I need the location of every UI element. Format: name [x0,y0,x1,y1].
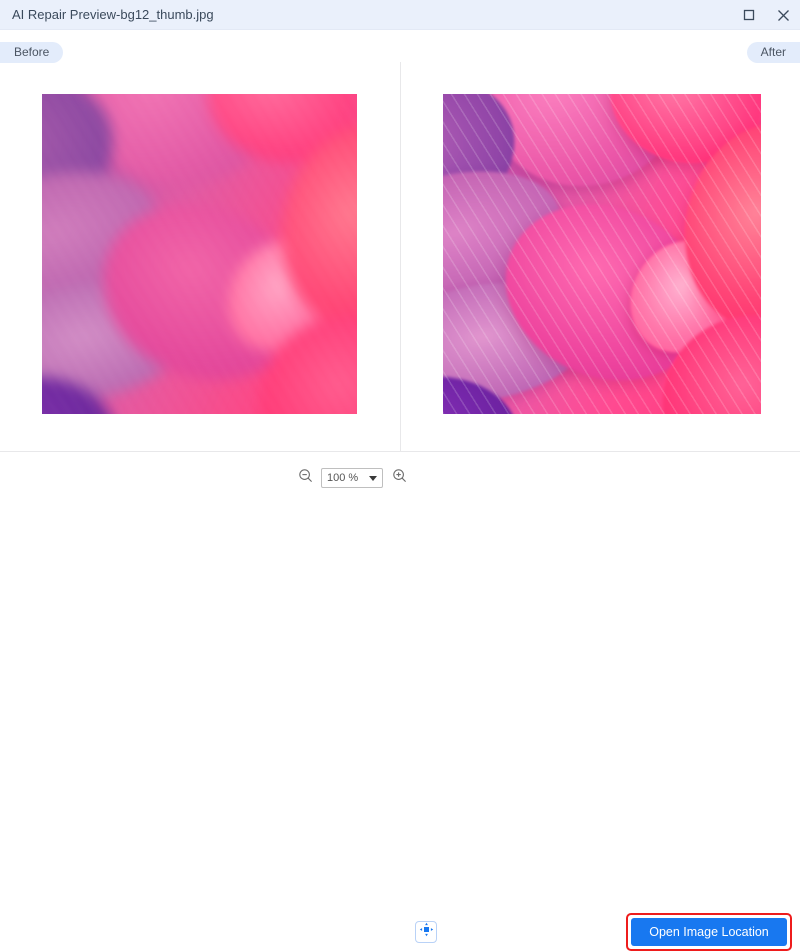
open-image-location-highlight: Open Image Location [626,913,792,951]
before-image[interactable] [42,94,357,414]
zoom-out-button[interactable] [296,469,314,487]
before-badge: Before [0,42,64,63]
photo-vein-texture [443,94,761,414]
zoom-in-button[interactable] [390,469,408,487]
photo-vein-texture [42,94,357,414]
bottom-toolbar: 100 % Open Image Location [0,452,800,951]
maximize-button[interactable] [732,0,766,30]
open-image-location-button[interactable]: Open Image Location [631,918,787,946]
zoom-level-select[interactable]: 100 % [321,468,383,488]
fit-to-screen-icon [419,922,434,942]
chevron-down-icon [369,475,377,481]
maximize-square-icon [743,9,755,21]
window-controls [732,0,800,30]
before-pane: Before [0,30,400,451]
magnifier-plus-icon [392,468,407,488]
fit-to-screen-button[interactable] [415,921,437,943]
window-title: AI Repair Preview-bg12_thumb.jpg [12,7,214,22]
close-x-icon [777,9,790,22]
after-pane: After [401,30,800,451]
zoom-level-value: 100 % [327,472,359,484]
after-image[interactable] [443,94,761,414]
zoom-controls: 100 % [296,468,408,488]
compare-area: Before After [0,30,800,451]
magnifier-minus-icon [298,468,313,488]
after-badge: After [746,42,800,63]
close-button[interactable] [766,0,800,30]
title-bar: AI Repair Preview-bg12_thumb.jpg [0,0,800,30]
